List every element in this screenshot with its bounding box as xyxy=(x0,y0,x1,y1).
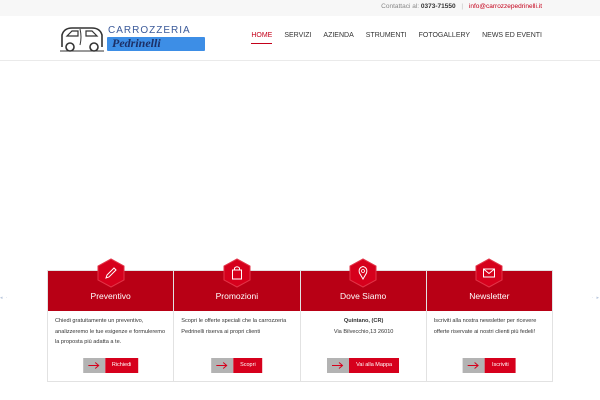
service-description: Iscriviti alla nostra newsletter per ric… xyxy=(433,318,537,335)
vai-alla-mappa-button[interactable]: Vai alla Mappa xyxy=(327,358,400,373)
pencil-icon xyxy=(97,258,125,288)
site-header: CARROZZERIA Pedrinelli HOME SERVIZI AZIE… xyxy=(0,16,600,61)
map-pin-icon xyxy=(349,258,377,288)
location-place: Quintano, (CR) xyxy=(343,318,384,324)
contact-info: Contattaci al: 0373-71550 | info@carrozz… xyxy=(381,3,542,10)
service-box-header: Promozioni xyxy=(174,258,300,311)
car-logo-icon xyxy=(60,27,104,52)
service-box-dove-siamo: Dove Siamo Quintano, (CR) Via Bilvecchio… xyxy=(300,258,427,381)
iscriviti-button[interactable]: Iscriviti xyxy=(462,358,516,373)
button-label: Scopri xyxy=(233,358,263,373)
scopri-button[interactable]: Scopri xyxy=(211,358,263,373)
site-logo[interactable]: CARROZZERIA Pedrinelli xyxy=(58,25,208,53)
top-contact-bar: Contattaci al: 0373-71550 | info@carrozz… xyxy=(0,0,600,16)
service-description: Quintano, (CR) Via Bilvecchio,13 26010 xyxy=(301,311,426,355)
services-section: Preventivo Chiedi gratuitamente un preve… xyxy=(47,258,553,382)
nav-item-servizi[interactable]: SERVIZI xyxy=(278,32,317,39)
service-title: Dove Siamo xyxy=(339,291,387,301)
nav-item-strumenti[interactable]: STRUMENTI xyxy=(360,32,413,39)
service-title: Preventivo xyxy=(90,291,131,301)
service-box-newsletter: Newsletter Iscriviti alla nostra newslet… xyxy=(426,258,552,381)
shopping-bag-icon xyxy=(223,258,251,288)
logo-brand-top: CARROZZERIA xyxy=(108,25,191,36)
service-description: Scopri le offerte speciali che la carroz… xyxy=(181,318,287,335)
nav-item-home[interactable]: HOME xyxy=(245,32,278,44)
arrow-right-icon xyxy=(462,358,485,373)
main-nav: HOME SERVIZI AZIENDA STRUMENTI FOTOGALLE… xyxy=(245,32,548,44)
arrow-right-icon xyxy=(327,358,350,373)
service-title: Newsletter xyxy=(469,291,510,301)
nav-item-news-ed-eventi[interactable]: NEWS ED EVENTI xyxy=(476,32,548,39)
logo-brand-bar: Pedrinelli xyxy=(107,36,205,51)
nav-item-fotogallery[interactable]: FOTOGALLERY xyxy=(413,32,476,39)
envelope-icon xyxy=(475,258,503,288)
separator: | xyxy=(461,3,464,10)
slider-prev-indicator[interactable]: ◂ · xyxy=(0,295,9,301)
service-box-preventivo: Preventivo Chiedi gratuitamente un preve… xyxy=(48,258,175,381)
service-box-promozioni: Promozioni Scopri le offerte speciali ch… xyxy=(174,258,301,381)
service-box-header: Newsletter xyxy=(426,258,552,311)
nav-item-azienda[interactable]: AZIENDA xyxy=(317,32,359,39)
arrow-right-icon xyxy=(211,358,234,373)
email-link[interactable]: info@carrozzepedrinelli.it xyxy=(469,3,542,10)
button-label: Iscriviti xyxy=(484,358,516,373)
slider-next-indicator[interactable]: · ▸ xyxy=(591,295,600,301)
service-box-header: Preventivo xyxy=(48,258,174,311)
richiedi-button[interactable]: Richiedi xyxy=(82,358,139,373)
service-description: Chiedi gratuitamente un preventivo, anal… xyxy=(55,318,166,345)
hero-slider xyxy=(0,62,600,270)
service-title: Promozioni xyxy=(215,291,259,301)
service-box-header: Dove Siamo xyxy=(300,258,426,311)
logo-brand-name: Pedrinelli xyxy=(112,36,161,50)
button-label: Richiedi xyxy=(104,358,139,373)
button-label: Vai alla Mappa xyxy=(349,358,400,373)
phone-number[interactable]: 0373-71550 xyxy=(421,3,456,10)
location-address: Via Bilvecchio,13 26010 xyxy=(333,328,394,335)
contact-label: Contattaci al: xyxy=(381,3,420,10)
arrow-right-icon xyxy=(82,358,105,373)
